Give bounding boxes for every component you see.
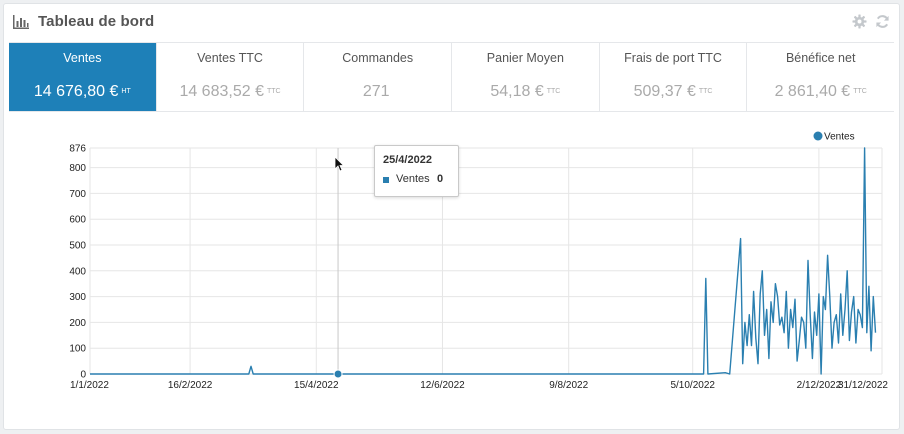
kpi-unit: TTC xyxy=(266,88,281,96)
y-tick-label: 700 xyxy=(69,189,86,200)
bar-chart-icon xyxy=(13,15,29,29)
kpi-label: Ventes xyxy=(63,51,102,65)
y-tick-label: 0 xyxy=(80,370,86,381)
kpi-label: Commandes xyxy=(342,51,414,65)
dashboard-panel: Tableau de bord Ventes 14 676,80 € HT Ven… xyxy=(3,3,900,430)
y-tick-label: 876 xyxy=(69,144,86,155)
panel-title: Tableau de bord xyxy=(38,13,155,30)
kpi-frais-de-port[interactable]: Frais de port TTC 509,37 € TTC xyxy=(600,43,748,111)
panel-header: Tableau de bord xyxy=(4,4,899,42)
x-tick-label: 15/4/2022 xyxy=(294,380,339,391)
kpi-value: 54,18 € TTC xyxy=(490,83,561,100)
kpi-benefice-net[interactable]: Bénéfice net 2 861,40 € TTC xyxy=(747,43,894,111)
x-tick-label: 12/6/2022 xyxy=(420,380,465,391)
tooltip-series-name: Ventes xyxy=(396,173,430,185)
refresh-icon[interactable] xyxy=(875,14,890,29)
x-tick-label: 5/10/2022 xyxy=(670,380,715,391)
tooltip-value: 0 xyxy=(437,173,444,185)
kpi-ventes-ttc[interactable]: Ventes TTC 14 683,52 € TTC xyxy=(157,43,305,111)
kpi-value: 14 683,52 € TTC xyxy=(179,83,281,100)
kpi-label: Bénéfice net xyxy=(785,51,856,65)
kpi-ventes[interactable]: Ventes 14 676,80 € HT xyxy=(9,43,157,111)
y-tick-label: 200 xyxy=(69,318,86,329)
legend-marker xyxy=(813,131,823,141)
y-tick-label: 400 xyxy=(69,266,86,277)
kpi-commandes[interactable]: Commandes 271 xyxy=(304,43,453,111)
y-tick-label: 100 xyxy=(69,344,86,355)
x-tick-label: 16/2/2022 xyxy=(168,380,213,391)
kpi-row: Ventes 14 676,80 € HT Ventes TTC 14 683,5… xyxy=(9,42,894,112)
kpi-value: 509,37 € TTC xyxy=(633,83,713,100)
mouse-cursor-icon xyxy=(334,156,344,172)
x-tick-label: 2/12/2022 xyxy=(797,380,842,391)
legend-label: Ventes xyxy=(824,132,855,143)
y-tick-label: 600 xyxy=(69,215,86,226)
x-tick-label: 31/12/2022 xyxy=(838,380,888,391)
kpi-unit: TTC xyxy=(853,88,867,96)
kpi-unit: TTC xyxy=(698,88,713,96)
series-line-ventes xyxy=(90,147,877,375)
gear-icon[interactable] xyxy=(852,14,867,29)
kpi-value: 271 xyxy=(362,83,390,100)
x-tick-label: 1/1/2022 xyxy=(70,380,109,391)
y-tick-label: 500 xyxy=(69,241,86,252)
kpi-unit: HT xyxy=(121,88,131,96)
chart-tooltip: 25/4/2022 Ventes 0 xyxy=(374,145,459,197)
y-tick-label: 800 xyxy=(69,163,86,174)
y-tick-label: 300 xyxy=(69,292,86,303)
kpi-label: Panier Moyen xyxy=(486,51,564,65)
kpi-label: Frais de port TTC xyxy=(624,51,722,65)
tooltip-date: 25/4/2022 xyxy=(383,154,432,166)
kpi-label: Ventes TTC xyxy=(197,51,263,65)
kpi-value: 2 861,40 € TTC xyxy=(774,83,867,100)
kpi-panier-moyen[interactable]: Panier Moyen 54,18 € TTC xyxy=(452,43,600,111)
tooltip-series-swatch xyxy=(383,177,389,183)
highlight-point xyxy=(333,369,343,379)
kpi-value: 14 676,80 € HT xyxy=(33,83,131,100)
kpi-unit: TTC xyxy=(546,88,561,96)
x-tick-label: 9/8/2022 xyxy=(549,380,588,391)
